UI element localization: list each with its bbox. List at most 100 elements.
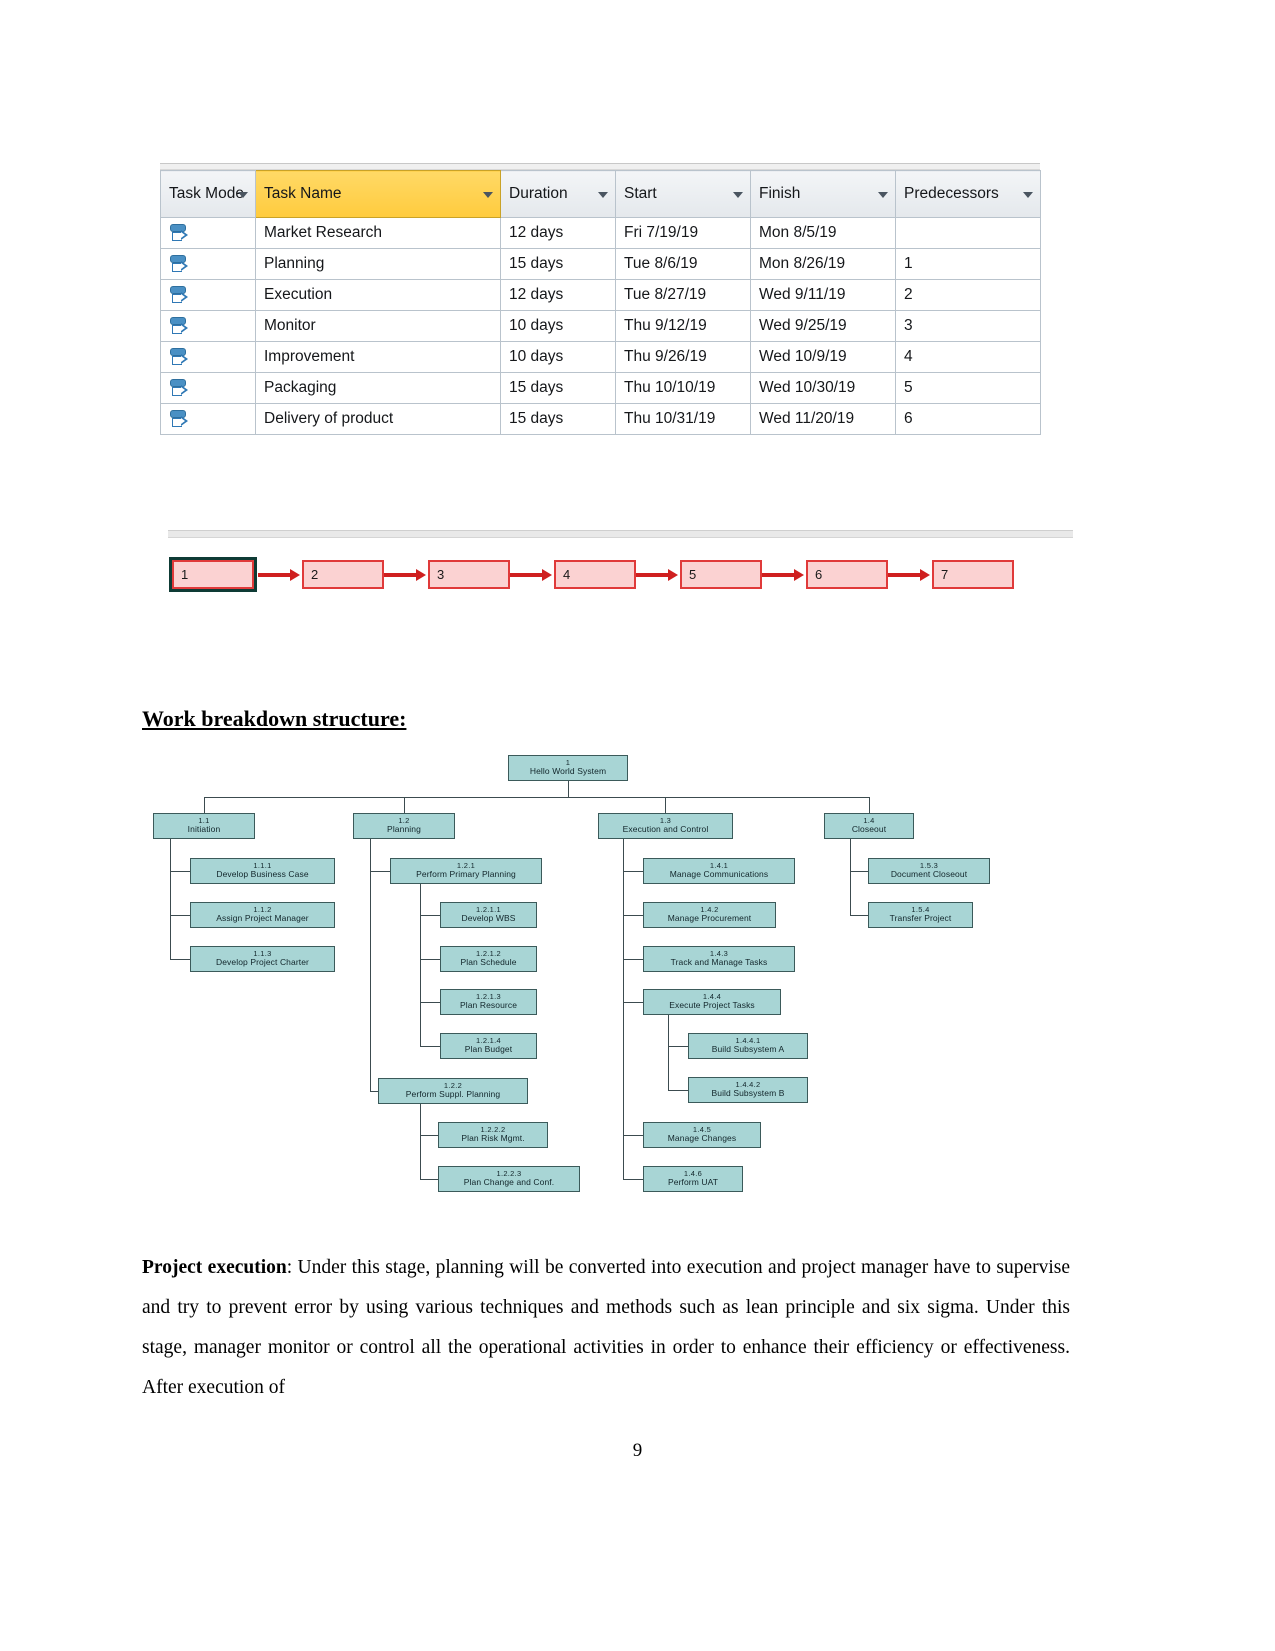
table-row[interactable]: Packaging 15 days Thu 10/10/19 Wed 10/30/19… <box>160 372 1041 404</box>
cell-predecessors[interactable]: 4 <box>895 341 1041 373</box>
wbs-node[interactable]: 1.4.5 Manage Changes <box>643 1122 761 1148</box>
wbs-node[interactable]: 1.2 Planning <box>353 813 455 839</box>
cell-task-mode[interactable] <box>160 372 256 404</box>
network-arrow <box>258 568 302 581</box>
cell-start[interactable]: Thu 10/10/19 <box>615 372 751 404</box>
cell-finish[interactable]: Wed 10/30/19 <box>750 372 896 404</box>
chevron-down-icon[interactable] <box>238 192 248 198</box>
table-row[interactable]: Monitor 10 days Thu 9/12/19 Wed 9/25/19 3 <box>160 310 1041 342</box>
network-node[interactable]: 6 <box>806 560 888 589</box>
chevron-down-icon[interactable] <box>1023 192 1033 198</box>
cell-finish[interactable]: Wed 9/25/19 <box>750 310 896 342</box>
cell-start[interactable]: Thu 9/26/19 <box>615 341 751 373</box>
auto-schedule-icon <box>169 346 191 368</box>
cell-task-name[interactable]: Improvement <box>255 341 501 373</box>
table-row[interactable]: Execution 12 days Tue 8/27/19 Wed 9/11/19 2 <box>160 279 1041 311</box>
cell-start[interactable]: Tue 8/27/19 <box>615 279 751 311</box>
column-header-task-name[interactable]: Task Name <box>255 170 501 218</box>
wbs-node[interactable]: 1.3 Execution and Control <box>598 813 733 839</box>
wbs-node[interactable]: 1.2.1.1 Develop WBS <box>440 902 537 928</box>
wbs-node[interactable]: 1.2.2 Perform Suppl. Planning <box>378 1078 528 1104</box>
wbs-connector <box>420 959 440 960</box>
cell-duration[interactable]: 15 days <box>500 372 616 404</box>
table-row[interactable]: Delivery of product 15 days Thu 10/31/19 We… <box>160 403 1041 435</box>
cell-task-name[interactable]: Planning <box>255 248 501 280</box>
column-header-start[interactable]: Start <box>615 170 751 218</box>
network-node[interactable]: 2 <box>302 560 384 589</box>
cell-task-mode[interactable] <box>160 248 256 280</box>
cell-finish[interactable]: Wed 10/9/19 <box>750 341 896 373</box>
wbs-node[interactable]: 1.2.1 Perform Primary Planning <box>390 858 542 884</box>
wbs-node[interactable]: 1.1.1 Develop Business Case <box>190 858 335 884</box>
cell-task-mode[interactable] <box>160 217 256 249</box>
network-node[interactable]: 1 <box>172 560 254 589</box>
cell-duration[interactable]: 15 days <box>500 248 616 280</box>
network-diagram: 1 2 3 4 5 6 7 <box>168 530 1073 605</box>
wbs-connector <box>623 871 643 872</box>
chevron-down-icon[interactable] <box>483 192 493 198</box>
cell-predecessors[interactable]: 3 <box>895 310 1041 342</box>
wbs-node[interactable]: 1.1.3 Develop Project Charter <box>190 946 335 972</box>
chevron-down-icon[interactable] <box>878 192 888 198</box>
wbs-node[interactable]: 1.5.4 Transfer Project <box>868 902 973 928</box>
network-node[interactable]: 3 <box>428 560 510 589</box>
wbs-node[interactable]: 1.5.3 Document Closeout <box>868 858 990 884</box>
cell-duration[interactable]: 12 days <box>500 279 616 311</box>
cell-task-mode[interactable] <box>160 310 256 342</box>
cell-duration[interactable]: 10 days <box>500 310 616 342</box>
wbs-node[interactable]: 1.4.4 Execute Project Tasks <box>643 989 781 1015</box>
wbs-node[interactable]: 1.4.4.1 Build Subsystem A <box>688 1033 808 1059</box>
cell-task-name[interactable]: Packaging <box>255 372 501 404</box>
cell-finish[interactable]: Wed 11/20/19 <box>750 403 896 435</box>
cell-task-mode[interactable] <box>160 341 256 373</box>
table-row[interactable]: Planning 15 days Tue 8/6/19 Mon 8/26/19 1 <box>160 248 1041 280</box>
wbs-connector <box>404 797 405 813</box>
wbs-node[interactable]: 1.2.2.3 Plan Change and Conf. <box>438 1166 580 1192</box>
cell-start[interactable]: Fri 7/19/19 <box>615 217 751 249</box>
cell-task-name[interactable]: Delivery of product <box>255 403 501 435</box>
wbs-node[interactable]: 1.4.3 Track and Manage Tasks <box>643 946 795 972</box>
wbs-node[interactable]: 1.2.1.2 Plan Schedule <box>440 946 537 972</box>
network-node[interactable]: 5 <box>680 560 762 589</box>
network-node[interactable]: 7 <box>932 560 1014 589</box>
wbs-node[interactable]: 1 Hello World System <box>508 755 628 781</box>
column-header-predecessors[interactable]: Predecessors <box>895 170 1041 218</box>
wbs-node[interactable]: 1.4.1 Manage Communications <box>643 858 795 884</box>
column-header-finish[interactable]: Finish <box>750 170 896 218</box>
cell-finish[interactable]: Wed 9/11/19 <box>750 279 896 311</box>
wbs-node[interactable]: 1.1 Initiation <box>153 813 255 839</box>
cell-predecessors[interactable]: 5 <box>895 372 1041 404</box>
network-node[interactable]: 4 <box>554 560 636 589</box>
cell-start[interactable]: Thu 9/12/19 <box>615 310 751 342</box>
chevron-down-icon[interactable] <box>733 192 743 198</box>
cell-task-mode[interactable] <box>160 279 256 311</box>
wbs-node[interactable]: 1.4.6 Perform UAT <box>643 1166 743 1192</box>
table-row[interactable]: Market Research 12 days Fri 7/19/19 Mon 8/5… <box>160 217 1041 249</box>
wbs-node[interactable]: 1.2.1.3 Plan Resource <box>440 989 537 1015</box>
cell-finish[interactable]: Mon 8/5/19 <box>750 217 896 249</box>
wbs-node[interactable]: 1.1.2 Assign Project Manager <box>190 902 335 928</box>
cell-predecessors[interactable]: 6 <box>895 403 1041 435</box>
table-row[interactable]: Improvement 10 days Thu 9/26/19 Wed 10/9/19… <box>160 341 1041 373</box>
cell-task-mode[interactable] <box>160 403 256 435</box>
cell-task-name[interactable]: Monitor <box>255 310 501 342</box>
cell-start[interactable]: Thu 10/31/19 <box>615 403 751 435</box>
cell-task-name[interactable]: Market Research <box>255 217 501 249</box>
cell-start[interactable]: Tue 8/6/19 <box>615 248 751 280</box>
cell-duration[interactable]: 15 days <box>500 403 616 435</box>
cell-predecessors[interactable]: 2 <box>895 279 1041 311</box>
chevron-down-icon[interactable] <box>598 192 608 198</box>
wbs-node[interactable]: 1.2.1.4 Plan Budget <box>440 1033 537 1059</box>
cell-duration[interactable]: 10 days <box>500 341 616 373</box>
column-header-task-mode[interactable]: Task Mode <box>160 170 256 218</box>
wbs-node[interactable]: 1.4 Closeout <box>824 813 914 839</box>
cell-finish[interactable]: Mon 8/26/19 <box>750 248 896 280</box>
wbs-node[interactable]: 1.2.2.2 Plan Risk Mgmt. <box>438 1122 548 1148</box>
column-header-duration[interactable]: Duration <box>500 170 616 218</box>
wbs-node[interactable]: 1.4.2 Manage Procurement <box>643 902 776 928</box>
cell-predecessors[interactable] <box>895 217 1041 249</box>
wbs-node[interactable]: 1.4.4.2 Build Subsystem B <box>688 1077 808 1103</box>
cell-duration[interactable]: 12 days <box>500 217 616 249</box>
cell-task-name[interactable]: Execution <box>255 279 501 311</box>
cell-predecessors[interactable]: 1 <box>895 248 1041 280</box>
